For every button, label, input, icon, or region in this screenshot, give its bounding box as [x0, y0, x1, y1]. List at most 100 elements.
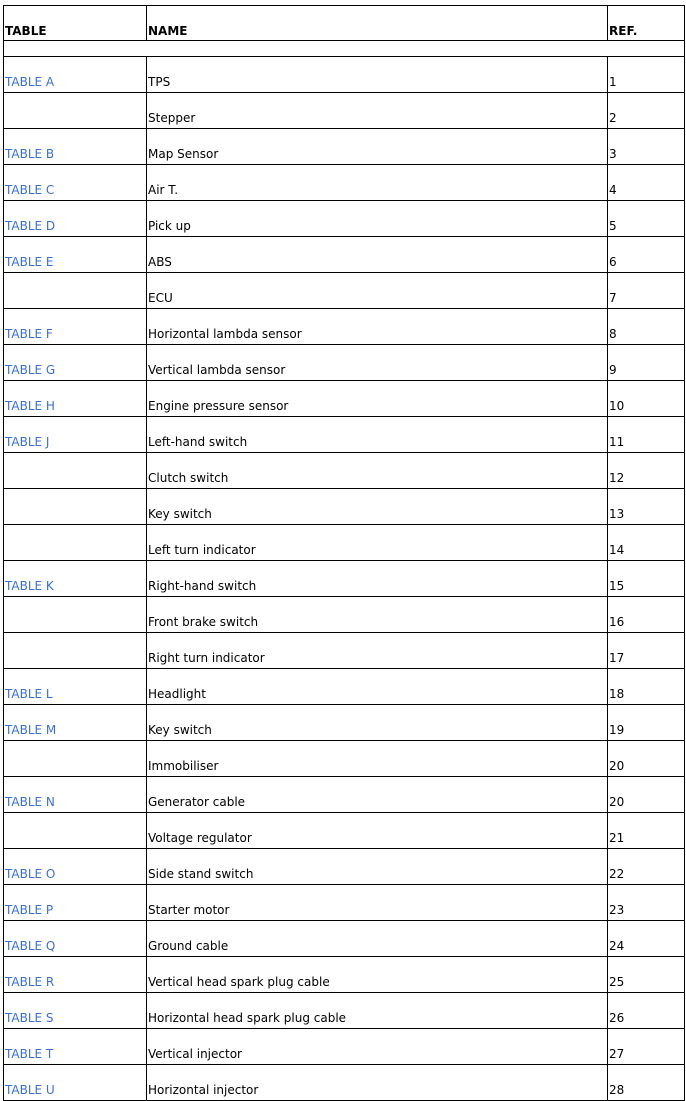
table-link[interactable]: TABLE B — [5, 147, 54, 161]
component-name: Voltage regulator — [146, 812, 608, 849]
table-link[interactable]: TABLE P — [5, 903, 53, 917]
table-link-cell: TABLE M — [3, 704, 147, 741]
table-link-cell: TABLE K — [3, 560, 147, 597]
table-row: Stepper 2 — [3, 92, 685, 129]
table-link[interactable]: TABLE D — [5, 219, 55, 233]
reference-number: 7 — [607, 272, 685, 309]
table-link-cell: TABLE D — [3, 200, 147, 237]
reference-number: 23 — [607, 884, 685, 921]
component-name: Right-hand switch — [146, 560, 608, 597]
table-link[interactable]: TABLE H — [5, 399, 55, 413]
component-name: Horizontal lambda sensor — [146, 308, 608, 345]
component-name: Headlight — [146, 668, 608, 705]
table-link-cell: TABLE F — [3, 308, 147, 345]
component-name: Engine pressure sensor — [146, 380, 608, 417]
reference-number: 11 — [607, 416, 685, 453]
table-link-cell: TABLE B — [3, 128, 147, 165]
table-link-cell: TABLE L — [3, 668, 147, 705]
table-link[interactable]: TABLE G — [5, 363, 55, 377]
table-link-cell — [3, 452, 147, 489]
table-link-cell: TABLE P — [3, 884, 147, 921]
table-link-cell: TABLE U — [3, 1064, 147, 1101]
component-name: Horizontal head spark plug cable — [146, 992, 608, 1029]
component-name: Immobiliser — [146, 740, 608, 777]
table-row: TABLE D Pick up 5 — [3, 200, 685, 237]
table-link[interactable]: TABLE Q — [5, 939, 55, 953]
reference-number: 1 — [607, 56, 685, 93]
reference-number: 19 — [607, 704, 685, 741]
table-row: Left turn indicator 14 — [3, 524, 685, 561]
table-row: TABLE G Vertical lambda sensor 9 — [3, 344, 685, 381]
spacer-row — [3, 40, 685, 57]
table-row: TABLE U Horizontal injector 28 — [3, 1064, 685, 1101]
table-row: TABLE O Side stand switch 22 — [3, 848, 685, 885]
header-table: TABLE — [3, 5, 147, 41]
table-link-cell: TABLE Q — [3, 920, 147, 957]
component-name: Clutch switch — [146, 452, 608, 489]
component-name: Side stand switch — [146, 848, 608, 885]
table-row: Right turn indicator 17 — [3, 632, 685, 669]
table-link-cell: TABLE C — [3, 164, 147, 201]
reference-number: 18 — [607, 668, 685, 705]
reference-number: 21 — [607, 812, 685, 849]
component-name: Pick up — [146, 200, 608, 237]
reference-number: 26 — [607, 992, 685, 1029]
reference-number: 6 — [607, 236, 685, 273]
table-link-cell — [3, 812, 147, 849]
table-link[interactable]: TABLE A — [5, 75, 54, 89]
table-link[interactable]: TABLE M — [5, 723, 56, 737]
table-link-cell — [3, 632, 147, 669]
table-row: TABLE T Vertical injector 27 — [3, 1028, 685, 1065]
table-link[interactable]: TABLE U — [5, 1083, 55, 1097]
table-link[interactable]: TABLE K — [5, 579, 54, 593]
table-row: TABLE M Key switch 19 — [3, 704, 685, 741]
table-link-cell: TABLE E — [3, 236, 147, 273]
reference-number: 2 — [607, 92, 685, 129]
table-row: TABLE R Vertical head spark plug cable 25 — [3, 956, 685, 993]
component-name: Stepper — [146, 92, 608, 129]
component-name: Vertical injector — [146, 1028, 608, 1065]
table-link[interactable]: TABLE F — [5, 327, 53, 341]
table-row: TABLE E ABS 6 — [3, 236, 685, 273]
reference-number: 4 — [607, 164, 685, 201]
reference-number: 12 — [607, 452, 685, 489]
table-link[interactable]: TABLE L — [5, 687, 53, 701]
table-row: TABLE N Generator cable 20 — [3, 776, 685, 813]
table-link-cell: TABLE J — [3, 416, 147, 453]
table-row: TABLE F Horizontal lambda sensor 8 — [3, 308, 685, 345]
table-link-cell — [3, 596, 147, 633]
table-row: Front brake switch 16 — [3, 596, 685, 633]
table-link-cell: TABLE T — [3, 1028, 147, 1065]
table-link-cell: TABLE S — [3, 992, 147, 1029]
table-row: TABLE S Horizontal head spark plug cable 2… — [3, 992, 685, 1029]
table-link-cell: TABLE N — [3, 776, 147, 813]
header-ref: REF. — [607, 5, 685, 41]
reference-number: 28 — [607, 1064, 685, 1101]
reference-number: 25 — [607, 956, 685, 993]
reference-number: 8 — [607, 308, 685, 345]
table-link[interactable]: TABLE T — [5, 1047, 53, 1061]
component-name: ECU — [146, 272, 608, 309]
table-link[interactable]: TABLE C — [5, 183, 54, 197]
reference-number: 20 — [607, 740, 685, 777]
reference-number: 17 — [607, 632, 685, 669]
table-row: TABLE Q Ground cable 24 — [3, 920, 685, 957]
component-name: ABS — [146, 236, 608, 273]
table-link-cell: TABLE O — [3, 848, 147, 885]
table-row: TABLE A TPS 1 — [3, 56, 685, 93]
table-link[interactable]: TABLE E — [5, 255, 54, 269]
reference-number: 15 — [607, 560, 685, 597]
table-link[interactable]: TABLE N — [5, 795, 55, 809]
component-name: Key switch — [146, 704, 608, 741]
table-link[interactable]: TABLE O — [5, 867, 55, 881]
table-link[interactable]: TABLE J — [5, 435, 49, 449]
reference-number: 14 — [607, 524, 685, 561]
table-link-cell: TABLE G — [3, 344, 147, 381]
table-link-cell — [3, 488, 147, 525]
reference-number: 9 — [607, 344, 685, 381]
table-row: Key switch 13 — [3, 488, 685, 525]
table-link[interactable]: TABLE R — [5, 975, 54, 989]
component-name: Left turn indicator — [146, 524, 608, 561]
reference-number: 24 — [607, 920, 685, 957]
reference-number: 22 — [607, 848, 685, 885]
